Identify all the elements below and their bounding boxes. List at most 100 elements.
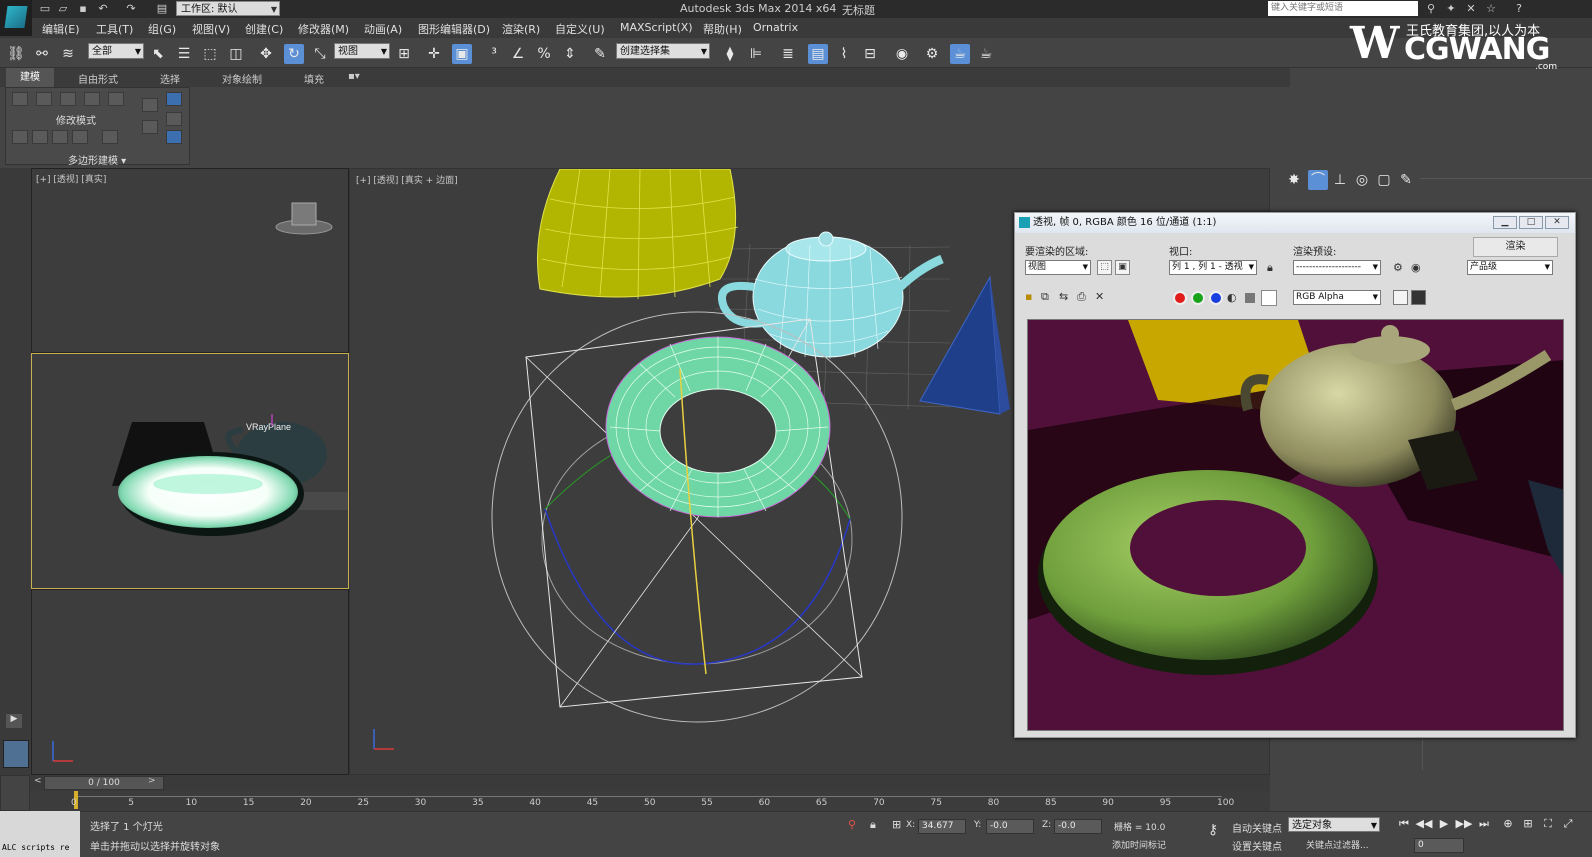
ribbon-button[interactable] [72, 130, 88, 144]
manipulate-icon[interactable]: ✛ [424, 44, 444, 64]
viewport-bottom-left[interactable] [31, 589, 349, 775]
display-panel-icon[interactable]: ▢ [1374, 170, 1394, 190]
poly-modeling-label[interactable]: 多边形建模 ▾ [68, 152, 126, 167]
x-coordinate-field[interactable]: 34.677 [918, 819, 966, 834]
ribbon-button[interactable] [32, 130, 48, 144]
snaps-toggle-icon[interactable]: ³ [484, 44, 504, 64]
viewport-shaded-mid-left[interactable]: VRayPlane [31, 353, 349, 589]
time-slider-next-icon[interactable]: > [148, 776, 156, 786]
pivot-center-icon[interactable]: ⊞ [394, 44, 414, 64]
next-frame-icon[interactable]: ▶▶ [1454, 814, 1474, 834]
align-icon[interactable]: ⊫ [746, 44, 766, 64]
maximize-button[interactable]: □ [1519, 216, 1543, 229]
ribbon-button[interactable] [52, 130, 68, 144]
menu-modifiers[interactable]: 修改器(M) [298, 21, 349, 37]
ribbon-button[interactable] [166, 92, 182, 106]
z-coordinate-field[interactable]: -0.0 [1054, 819, 1102, 834]
select-scale-icon[interactable]: ⤡ [310, 44, 330, 64]
menu-group[interactable]: 组(G) [148, 21, 176, 37]
play-icon[interactable]: ▶ [1434, 814, 1454, 834]
minimize-button[interactable]: ▁ [1493, 216, 1517, 229]
alpha-channel-icon[interactable]: ◐ [1227, 291, 1237, 304]
key-filter-dropdown[interactable]: 选定对象 ▼ [1288, 817, 1380, 832]
environment-icon[interactable]: ◉ [1411, 261, 1421, 274]
absolute-mode-icon[interactable]: ⊞ [892, 818, 901, 831]
ribbon-button[interactable] [12, 130, 28, 144]
ribbon-tab-object-paint[interactable]: 对象绘制 [222, 71, 262, 86]
ribbon-tab-selection[interactable]: 选择 [160, 71, 180, 86]
time-slider-prev-icon[interactable]: < [34, 776, 42, 786]
window-crossing-icon[interactable]: ◫ [226, 44, 246, 64]
edit-region-icon[interactable]: ⬚ [1097, 260, 1112, 275]
maximize-viewport-icon[interactable]: ⤢ [1558, 814, 1578, 834]
menu-rendering[interactable]: 渲染(R) [502, 21, 540, 37]
reference-coord-dropdown[interactable]: 视图 ▼ [334, 43, 390, 59]
open-icon[interactable]: ▱ [56, 2, 70, 15]
monochrome-icon[interactable] [1245, 293, 1255, 303]
current-frame-field[interactable]: 0 [1414, 838, 1464, 853]
new-icon[interactable]: ▭ [38, 2, 52, 15]
ribbon-tab-modeling[interactable]: 建模 [6, 68, 54, 87]
time-slider[interactable]: < 0 / 100 > [30, 775, 1270, 791]
menu-animation[interactable]: 动画(A) [364, 21, 402, 37]
rect-selection-icon[interactable]: ⬚ [200, 44, 220, 64]
render-quality-dropdown[interactable]: 产品级 ▼ [1467, 260, 1553, 275]
ribbon-button[interactable] [142, 120, 158, 134]
keyboard-shortcut-override-icon[interactable]: ▣ [452, 44, 472, 64]
rendered-frame-window-icon[interactable]: ☕ [950, 44, 970, 64]
zoom-extents-icon[interactable]: ⛶ [1538, 814, 1558, 834]
selection-filter-dropdown[interactable]: 全部 ▼ [88, 43, 144, 59]
percent-snap-icon[interactable]: % [534, 44, 554, 64]
y-coordinate-field[interactable]: -0.0 [986, 819, 1034, 834]
go-to-end-icon[interactable]: ⏭ [1474, 814, 1494, 834]
render-button[interactable]: 渲染 [1473, 237, 1558, 257]
maxscript-listener[interactable]: ALC scripts re [0, 811, 80, 857]
render-production-icon[interactable]: ☕ [976, 44, 996, 64]
viewport-layout-tab[interactable] [3, 740, 29, 768]
scene-explorer-icon[interactable]: ▤ [808, 44, 828, 64]
menu-graph-editors[interactable]: 图形编辑器(D) [418, 21, 490, 37]
close-button[interactable]: ✕ [1545, 216, 1569, 229]
menu-edit[interactable]: 编辑(E) [42, 21, 80, 37]
render-setup-icon[interactable]: ⚙ [1393, 261, 1403, 274]
edit-named-selection-icon[interactable]: ✎ [590, 44, 610, 64]
ribbon-button[interactable] [84, 92, 100, 106]
expand-layout-icon[interactable]: ▶ [6, 714, 22, 728]
menu-create[interactable]: 创建(C) [245, 21, 283, 37]
named-selection-dropdown[interactable]: 创建选择集 ▼ [616, 43, 710, 59]
schematic-view-icon[interactable]: ⊟ [860, 44, 880, 64]
isolate-icon[interactable]: ⚲ [848, 818, 856, 831]
mirror-icon[interactable]: ⧫ [720, 44, 740, 64]
select-rotate-icon[interactable]: ↻ [284, 44, 304, 64]
save-image-icon[interactable]: ▪ [1025, 290, 1032, 303]
material-editor-icon[interactable]: ◉ [892, 44, 912, 64]
unlink-icon[interactable]: ⚯ [32, 44, 52, 64]
select-by-name-icon[interactable]: ☰ [174, 44, 194, 64]
viewport-dropdown[interactable]: 列 1 , 列 1 - 透视 ▼ [1169, 260, 1257, 275]
set-key-icon[interactable]: ⚷ [1208, 822, 1218, 838]
selection-lock-icon[interactable]: 🔒︎ [870, 818, 876, 832]
clear-icon[interactable]: ✕ [1095, 290, 1104, 303]
ribbon-button[interactable] [12, 92, 28, 106]
ribbon-button[interactable] [166, 112, 182, 126]
render-setup-icon[interactable]: ⚙ [922, 44, 942, 64]
undo-icon[interactable]: ↶ [96, 2, 110, 15]
menu-views[interactable]: 视图(V) [192, 21, 230, 37]
communication-icon[interactable]: ✕ [1464, 2, 1478, 15]
swatch-color[interactable] [1261, 290, 1277, 306]
clone-window-icon[interactable]: ⧉ [1041, 290, 1049, 304]
toggle-ui-icon[interactable] [1411, 290, 1426, 305]
select-move-icon[interactable]: ✥ [256, 44, 276, 64]
ribbon-button[interactable] [36, 92, 52, 106]
save-icon[interactable]: ▪ [76, 2, 90, 15]
motion-panel-icon[interactable]: ◎ [1352, 170, 1372, 190]
frame-window-title-bar[interactable]: 透视, 帧 0, RGBA 颜色 16 位/通道 (1:1) ▁ □ ✕ [1015, 213, 1575, 233]
display-channel-dropdown[interactable]: RGB Alpha ▼ [1293, 290, 1381, 305]
menu-help[interactable]: 帮助(H) [703, 21, 742, 37]
redo-icon[interactable]: ↷ [124, 2, 138, 15]
modify-panel-icon[interactable]: ⌒ [1308, 170, 1328, 190]
ribbon-tab-populate[interactable]: 填充 [304, 71, 324, 86]
select-object-icon[interactable]: ⬉ [148, 44, 168, 64]
ribbon-button[interactable] [60, 92, 76, 106]
menu-tools[interactable]: 工具(T) [96, 21, 133, 37]
